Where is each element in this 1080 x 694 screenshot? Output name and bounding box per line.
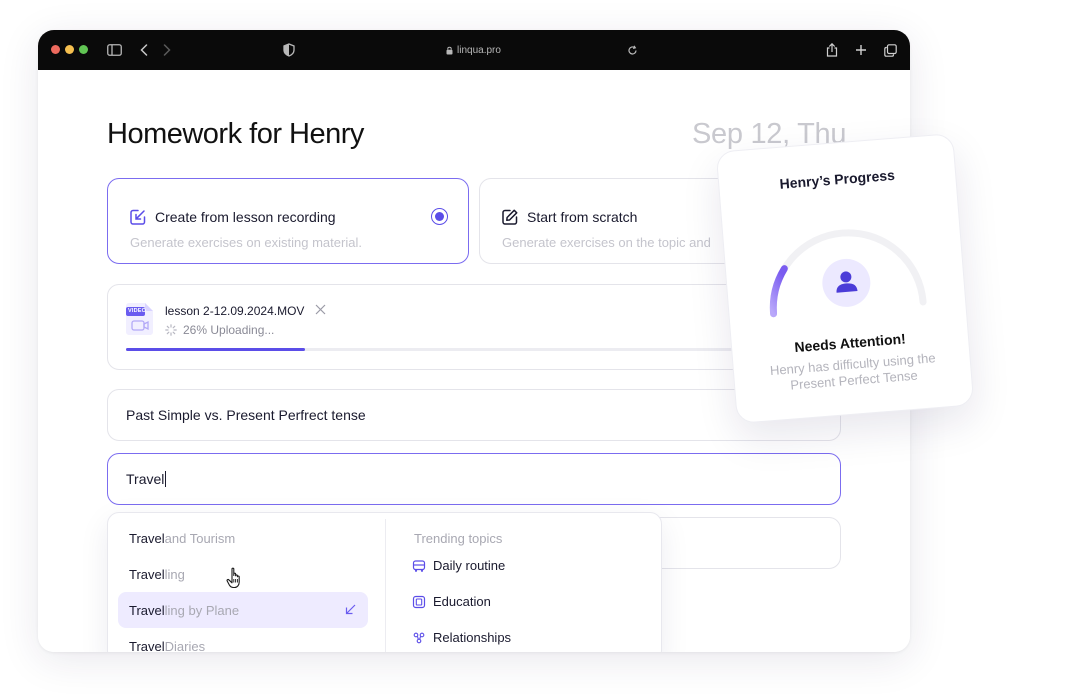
people-icon bbox=[413, 632, 425, 643]
file-badge: VIDEO bbox=[128, 308, 147, 314]
tabs-overview-icon[interactable] bbox=[881, 41, 899, 59]
search-input-value: Travel bbox=[126, 471, 165, 487]
edit-select-icon bbox=[129, 208, 147, 226]
forward-icon[interactable] bbox=[158, 41, 176, 59]
remove-file-button[interactable] bbox=[315, 302, 326, 318]
topic-input[interactable]: Past Simple vs. Present Perfrect tense bbox=[107, 389, 841, 441]
upload-status: 26% Uploading... bbox=[165, 323, 274, 337]
upload-status-text: 26% Uploading... bbox=[183, 323, 275, 337]
dropdown-divider bbox=[385, 519, 386, 652]
video-file-icon: VIDEO bbox=[126, 303, 154, 335]
option-title: Create from lesson recording bbox=[155, 209, 336, 225]
avatar bbox=[822, 258, 871, 307]
suggestion-item-active[interactable]: Travel ling by Plane bbox=[118, 592, 368, 628]
close-window-button[interactable] bbox=[51, 45, 60, 54]
reload-icon[interactable] bbox=[623, 41, 641, 59]
sidebar-toggle-icon[interactable] bbox=[105, 41, 123, 59]
back-icon[interactable] bbox=[135, 41, 153, 59]
option-title: Start from scratch bbox=[527, 209, 638, 225]
maximize-window-button[interactable] bbox=[79, 45, 88, 54]
progress-card: Henry’s Progress Needs Attention! Henry … bbox=[715, 133, 975, 424]
progress-card-title: Henry’s Progress bbox=[779, 166, 896, 192]
minimize-window-button[interactable] bbox=[65, 45, 74, 54]
option-radio-selected[interactable] bbox=[431, 208, 448, 225]
upload-progress-fill bbox=[126, 348, 306, 351]
text-caret bbox=[165, 471, 167, 487]
spinner-icon bbox=[165, 324, 177, 336]
new-tab-icon[interactable] bbox=[852, 41, 870, 59]
insert-arrow-icon[interactable] bbox=[345, 603, 356, 618]
option-subtitle: Generate exercises on existing material. bbox=[130, 235, 362, 250]
file-name: lesson 2-12.09.2024.MOV bbox=[165, 304, 305, 318]
lock-icon bbox=[446, 46, 453, 54]
gauge-fill bbox=[769, 265, 788, 318]
suggestion-rest: ling by Plane bbox=[164, 602, 240, 618]
suggestion-dropdown: Travel and Tourism Travel ling Travel ling… bbox=[107, 512, 662, 652]
suggestion-match: Travel bbox=[129, 530, 165, 546]
suggestion-rest: ling bbox=[164, 566, 185, 582]
close-icon bbox=[315, 304, 326, 315]
suggestion-item[interactable]: Travel Diaries bbox=[118, 628, 368, 653]
trending-label: Daily routine bbox=[433, 558, 506, 573]
trending-label: Education bbox=[433, 594, 491, 609]
suggestion-rest: Diaries bbox=[164, 638, 206, 653]
suggestion-match: Travel bbox=[129, 602, 165, 618]
trending-item[interactable]: Daily routine bbox=[412, 558, 505, 573]
pencil-icon bbox=[501, 208, 519, 226]
option-create-from-recording[interactable]: Create from lesson recording Generate ex… bbox=[107, 178, 469, 264]
upload-progress-bar bbox=[126, 348, 816, 351]
topic-search-input[interactable]: Travel bbox=[107, 453, 841, 505]
progress-gauge bbox=[769, 229, 927, 318]
share-icon[interactable] bbox=[823, 41, 841, 59]
trending-heading: Trending topics bbox=[414, 531, 503, 546]
trending-item[interactable]: Relationships bbox=[412, 630, 511, 645]
address-bar[interactable]: linqua.pro bbox=[446, 43, 501, 57]
topic-input-value: Past Simple vs. Present Perfrect tense bbox=[126, 407, 366, 423]
shield-icon[interactable] bbox=[280, 41, 298, 59]
page-title: Homework for Henry bbox=[107, 118, 364, 150]
suggestion-rest: and Tourism bbox=[164, 530, 236, 546]
book-icon bbox=[412, 595, 426, 608]
option-subtitle: Generate exercises on the topic and bbox=[502, 235, 711, 250]
hand-pointer-icon bbox=[226, 566, 246, 595]
browser-toolbar: linqua.pro bbox=[38, 30, 910, 70]
trending-item[interactable]: Education bbox=[412, 594, 491, 609]
url-text: linqua.pro bbox=[457, 44, 501, 56]
suggestion-match: Travel bbox=[129, 566, 165, 582]
suggestion-match: Travel bbox=[129, 638, 165, 653]
trending-label: Relationships bbox=[433, 630, 512, 645]
suggestion-item[interactable]: Travel and Tourism bbox=[118, 520, 368, 556]
bus-icon bbox=[412, 559, 426, 572]
